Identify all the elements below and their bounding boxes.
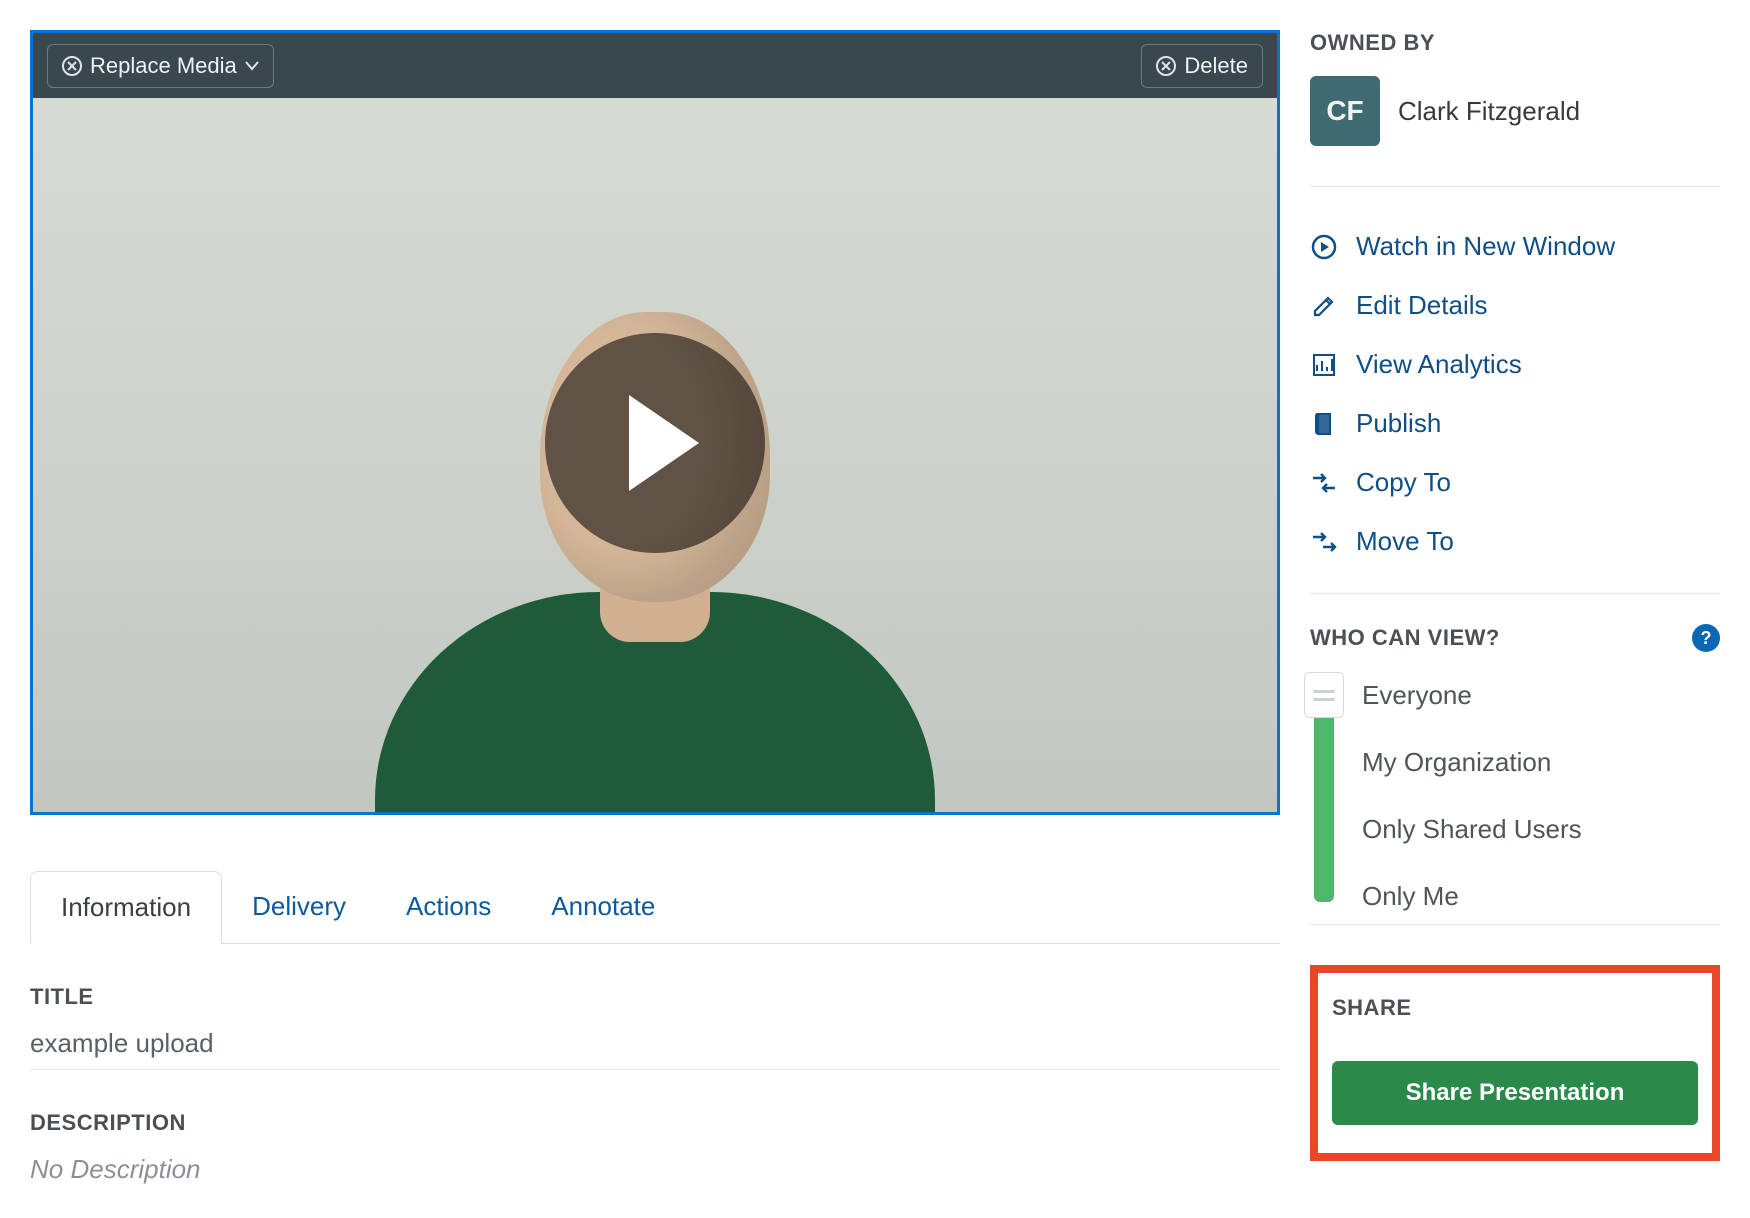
video-toolbar: Replace Media Delete <box>33 33 1277 98</box>
tab-information[interactable]: Information <box>30 871 222 944</box>
video-player: Replace Media Delete <box>30 30 1280 815</box>
share-section: SHARE Share Presentation <box>1310 965 1720 1161</box>
who-can-view-section: WHO CAN VIEW? ? Everyone My Organization… <box>1310 624 1720 902</box>
tab-annotate[interactable]: Annotate <box>521 871 685 944</box>
play-button[interactable] <box>545 333 765 553</box>
edit-icon <box>1310 294 1338 318</box>
play-icon <box>629 395 699 491</box>
move-to-icon <box>1310 531 1338 553</box>
description-section: DESCRIPTION No Description <box>30 1070 1280 1185</box>
action-label: Move To <box>1356 526 1454 557</box>
owner-name: Clark Fitzgerald <box>1398 96 1580 127</box>
share-presentation-button[interactable]: Share Presentation <box>1332 1061 1698 1125</box>
view-option-only-me[interactable]: Only Me <box>1362 881 1720 912</box>
tab-delivery[interactable]: Delivery <box>222 871 376 944</box>
view-option-my-organization[interactable]: My Organization <box>1362 747 1720 778</box>
action-watch-new-window[interactable]: Watch in New Window <box>1310 217 1720 276</box>
tab-actions[interactable]: Actions <box>376 871 521 944</box>
action-label: Edit Details <box>1356 290 1488 321</box>
replace-media-button[interactable]: Replace Media <box>47 44 274 88</box>
replace-media-label: Replace Media <box>90 53 237 79</box>
visibility-slider[interactable] <box>1310 672 1338 902</box>
slider-track <box>1314 714 1334 902</box>
title-section: TITLE example upload <box>30 944 1280 1070</box>
avatar: CF <box>1310 76 1380 146</box>
tabs: Information Delivery Actions Annotate <box>30 870 1280 944</box>
action-label: Publish <box>1356 408 1441 439</box>
action-label: Watch in New Window <box>1356 231 1615 262</box>
sidebar-actions: Watch in New Window Edit Details View An… <box>1310 217 1720 571</box>
action-label: Copy To <box>1356 467 1451 498</box>
close-circle-icon <box>1156 56 1176 76</box>
slider-handle[interactable] <box>1304 672 1344 718</box>
share-heading: SHARE <box>1332 995 1698 1021</box>
owned-by-heading: OWNED BY <box>1310 30 1720 56</box>
action-copy-to[interactable]: Copy To <box>1310 453 1720 512</box>
close-circle-icon <box>62 56 82 76</box>
caret-down-icon <box>245 61 259 71</box>
action-move-to[interactable]: Move To <box>1310 512 1720 571</box>
divider <box>1310 924 1720 925</box>
who-can-view-heading: WHO CAN VIEW? <box>1310 625 1500 651</box>
description-label: DESCRIPTION <box>30 1110 1280 1136</box>
analytics-icon <box>1310 353 1338 377</box>
action-view-analytics[interactable]: View Analytics <box>1310 335 1720 394</box>
sidebar: OWNED BY CF Clark Fitzgerald Watch in Ne… <box>1310 30 1720 1185</box>
description-value: No Description <box>30 1154 1280 1185</box>
title-value: example upload <box>30 1028 1280 1059</box>
action-label: View Analytics <box>1356 349 1522 380</box>
action-edit-details[interactable]: Edit Details <box>1310 276 1720 335</box>
action-publish[interactable]: Publish <box>1310 394 1720 453</box>
copy-to-icon <box>1310 472 1338 494</box>
owner-row: CF Clark Fitzgerald <box>1310 76 1720 146</box>
title-label: TITLE <box>30 984 1280 1010</box>
view-option-everyone[interactable]: Everyone <box>1362 680 1720 711</box>
book-icon <box>1310 411 1338 437</box>
help-icon[interactable]: ? <box>1692 624 1720 652</box>
divider <box>1310 186 1720 187</box>
view-option-only-shared-users[interactable]: Only Shared Users <box>1362 814 1720 845</box>
divider <box>1310 593 1720 594</box>
play-circle-icon <box>1310 234 1338 260</box>
delete-button[interactable]: Delete <box>1141 44 1263 88</box>
delete-label: Delete <box>1184 53 1248 79</box>
